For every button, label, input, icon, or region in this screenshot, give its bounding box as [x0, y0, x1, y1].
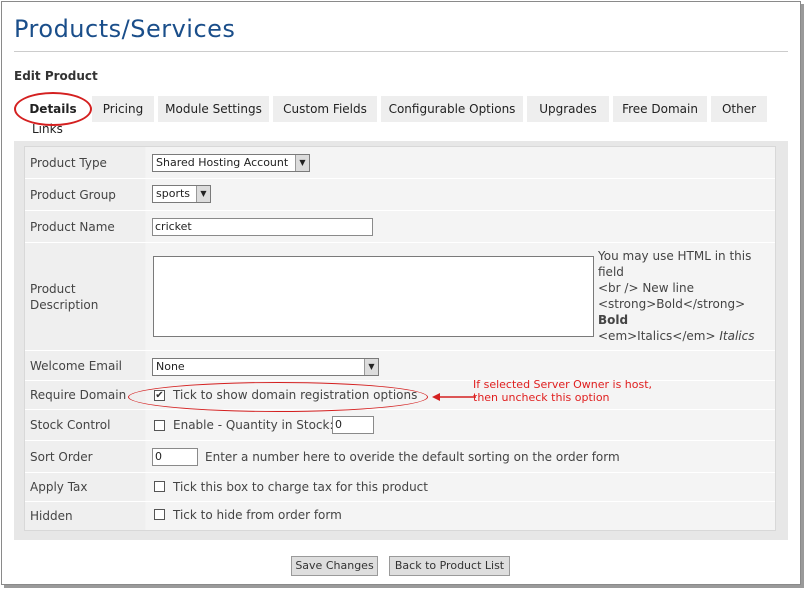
row-product-description: Product Description You may use HTML in …	[25, 243, 775, 351]
details-tab-highlight-ellipse	[14, 92, 92, 126]
dropdown-arrow-icon: ▼	[196, 186, 210, 202]
tab-module-settings[interactable]: Module Settings	[158, 96, 269, 122]
back-to-product-list-button[interactable]: Back to Product List	[389, 556, 510, 576]
tab-upgrades[interactable]: Upgrades	[527, 96, 609, 122]
welcome-email-select[interactable]: None ▼	[152, 358, 379, 376]
apply-tax-checkbox[interactable]	[154, 481, 165, 492]
stock-control-text: Enable - Quantity in Stock:	[173, 418, 334, 432]
stock-control-checkbox[interactable]	[154, 420, 165, 431]
stock-control-label: Stock Control	[25, 410, 145, 440]
product-group-select[interactable]: sports ▼	[152, 185, 211, 203]
product-name-label: Product Name	[25, 211, 145, 242]
product-form: Product Type Shared Hosting Account ▼ Pr…	[24, 146, 776, 531]
tab-pricing[interactable]: Pricing	[92, 96, 154, 122]
tab-configurable-options[interactable]: Configurable Options	[381, 96, 523, 122]
welcome-email-label: Welcome Email	[25, 351, 145, 380]
title-divider	[14, 51, 788, 52]
sort-order-help: Enter a number here to overide the defau…	[205, 450, 620, 464]
stock-quantity-input[interactable]: 0	[332, 416, 374, 434]
tab-free-domain[interactable]: Free Domain	[613, 96, 707, 122]
html-help-text: You may use HTML in this field <br /> Ne…	[598, 249, 755, 343]
require-domain-label: Require Domain	[25, 381, 145, 409]
product-type-select[interactable]: Shared Hosting Account ▼	[152, 154, 310, 172]
apply-tax-text: Tick this box to charge tax for this pro…	[173, 480, 428, 494]
require-domain-highlight-ellipse	[128, 382, 428, 412]
product-name-input[interactable]: cricket	[152, 218, 373, 236]
row-product-name: Product Name cricket	[25, 211, 775, 243]
page-subtitle: Edit Product	[14, 69, 98, 83]
row-stock-control: Stock Control Enable - Quantity in Stock…	[25, 410, 775, 441]
sort-order-input[interactable]: 0	[152, 448, 198, 466]
row-welcome-email: Welcome Email None ▼	[25, 351, 775, 381]
apply-tax-label: Apply Tax	[25, 473, 145, 501]
save-changes-button[interactable]: Save Changes	[291, 556, 378, 576]
annotation-note: If selected Server Owner is host, then u…	[473, 378, 653, 404]
tab-custom-fields[interactable]: Custom Fields	[273, 96, 377, 122]
hidden-label: Hidden	[25, 502, 145, 530]
tab-bar: Details Pricing Module Settings Custom F…	[14, 96, 788, 144]
product-description-textarea[interactable]	[153, 256, 594, 337]
hidden-text: Tick to hide from order form	[173, 508, 342, 522]
dropdown-arrow-icon: ▼	[295, 155, 309, 171]
annotation-arrow-icon	[432, 393, 476, 401]
form-panel: Product Type Shared Hosting Account ▼ Pr…	[14, 141, 788, 540]
product-group-label: Product Group	[25, 179, 145, 210]
row-apply-tax: Apply Tax Tick this box to charge tax fo…	[25, 473, 775, 502]
tab-other[interactable]: Other	[711, 96, 767, 122]
row-product-group: Product Group sports ▼	[25, 179, 775, 211]
row-hidden: Hidden Tick to hide from order form	[25, 502, 775, 530]
hidden-checkbox[interactable]	[154, 509, 165, 520]
sort-order-label: Sort Order	[25, 441, 145, 472]
row-sort-order: Sort Order 0 Enter a number here to over…	[25, 441, 775, 473]
page-title: Products/Services	[14, 15, 236, 43]
product-type-label: Product Type	[25, 147, 145, 178]
dropdown-arrow-icon: ▼	[364, 359, 378, 375]
row-product-type: Product Type Shared Hosting Account ▼	[25, 147, 775, 179]
product-description-label: Product Description	[25, 243, 145, 350]
